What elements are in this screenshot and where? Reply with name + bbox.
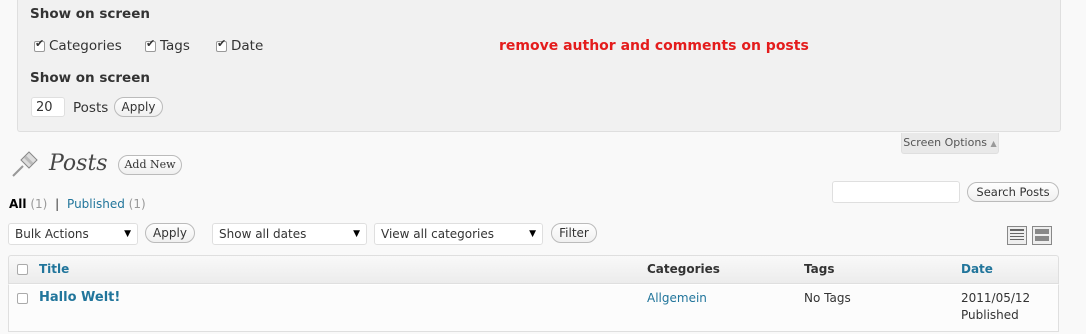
filter-separator: | <box>55 197 60 211</box>
date-checkbox[interactable] <box>216 37 227 52</box>
list-view-icon[interactable] <box>1007 226 1027 245</box>
filter-button[interactable]: Filter <box>551 223 597 243</box>
row-checkbox[interactable] <box>17 293 28 304</box>
categories-select-value: View all categories <box>381 227 495 241</box>
column-header-tags: Tags <box>804 262 835 276</box>
pushpin-icon <box>9 148 41 180</box>
dropdown-arrow-icon: ▼ <box>353 229 360 239</box>
tags-checkbox[interactable] <box>145 37 156 52</box>
filter-published-count: (1) <box>128 197 146 211</box>
show-on-screen-heading-2: Show on screen <box>30 70 150 86</box>
filter-published-link[interactable]: Published <box>67 197 125 211</box>
tags-checkbox-label: Tags <box>160 38 190 54</box>
column-toggle-tags[interactable]: Tags <box>145 37 190 54</box>
show-on-screen-heading: Show on screen <box>30 6 150 22</box>
filter-all-count: (1) <box>30 197 48 211</box>
table-row <box>8 284 1059 332</box>
post-status: Published <box>961 308 1019 322</box>
screen-options-tab-label: Screen Options <box>903 136 988 149</box>
categories-checkbox[interactable] <box>34 37 45 52</box>
filter-all-link[interactable]: All <box>9 197 27 211</box>
search-posts-button[interactable]: Search Posts <box>967 182 1059 202</box>
bulk-apply-button[interactable]: Apply <box>145 223 195 243</box>
column-header-categories: Categories <box>647 262 720 276</box>
column-toggle-categories[interactable]: Categories <box>34 37 122 54</box>
annotation-note: remove author and comments on posts <box>499 38 809 54</box>
posts-per-page-label: Posts <box>73 100 109 116</box>
excerpt-view-icon[interactable] <box>1032 226 1052 245</box>
column-toggle-date[interactable]: Date <box>216 37 264 54</box>
page-title: Posts <box>49 151 108 176</box>
triangle-up-icon: ▲ <box>990 139 997 148</box>
bulk-actions-select[interactable]: Bulk Actions ▼ <box>8 223 138 245</box>
add-new-button[interactable]: Add New <box>118 155 182 175</box>
post-title-link[interactable]: Hallo Welt! <box>39 290 120 305</box>
search-input[interactable] <box>832 181 960 203</box>
post-category-link[interactable]: Allgemein <box>647 291 707 305</box>
dates-select[interactable]: Show all dates ▼ <box>212 223 367 245</box>
screen-options-apply-button[interactable]: Apply <box>114 97 163 117</box>
column-header-date[interactable]: Date <box>961 262 993 276</box>
screen-options-tab[interactable]: Screen Options ▲ <box>901 133 999 154</box>
bulk-actions-value: Bulk Actions <box>15 227 89 241</box>
categories-checkbox-label: Categories <box>49 38 122 54</box>
screen-options-panel <box>17 0 1061 132</box>
date-checkbox-label: Date <box>231 38 264 54</box>
column-header-title[interactable]: Title <box>39 262 69 276</box>
posts-per-page-input[interactable]: 20 <box>31 97 65 117</box>
dropdown-arrow-icon: ▼ <box>124 229 131 239</box>
dates-select-value: Show all dates <box>219 227 307 241</box>
post-tags: No Tags <box>804 291 851 305</box>
posts-table-header <box>8 255 1059 284</box>
post-date: 2011/05/12 <box>961 291 1031 305</box>
dropdown-arrow-icon: ▼ <box>529 229 536 239</box>
categories-select[interactable]: View all categories ▼ <box>374 223 543 245</box>
select-all-checkbox[interactable] <box>17 264 28 275</box>
status-filter-links: All (1) | Published (1) <box>9 197 146 211</box>
